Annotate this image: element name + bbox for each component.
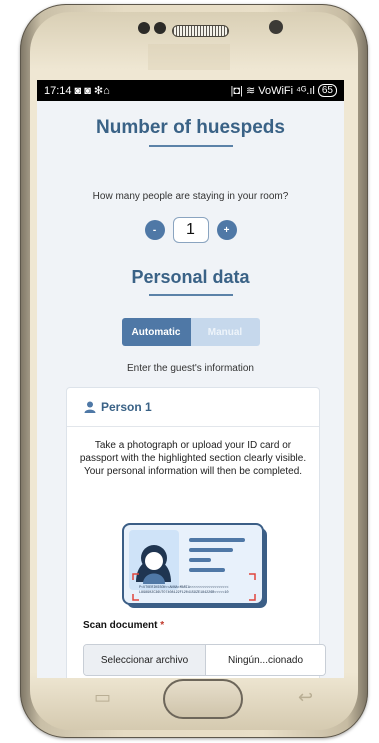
upload-instructions: Take a photograph or upload your ID card…	[79, 440, 307, 477]
manual-mode-button[interactable]: Manual	[190, 318, 260, 346]
status-bar: 17:14 ◙ ◙ ✻⌂ |◘| ≋ VoWiFi ⁴ᴳ.ıl 65	[37, 80, 344, 101]
phone-screen: 17:14 ◙ ◙ ✻⌂ |◘| ≋ VoWiFi ⁴ᴳ.ıl 65 Numbe…	[37, 80, 344, 678]
back-icon[interactable]: ↩	[298, 687, 313, 708]
title-underline	[148, 294, 233, 296]
earpiece-speaker	[172, 25, 229, 37]
notification-icons: ◙ ◙ ✻⌂	[74, 85, 110, 97]
automatic-mode-button[interactable]: Automatic	[121, 318, 191, 346]
person-icon	[84, 401, 96, 413]
increment-button[interactable]: +	[216, 220, 237, 240]
mrz-line-1: P<UTOERIKSSON<<ANNA<MARIA<<<<<<<<<<<<<<<…	[139, 585, 229, 590]
scan-document-label: Scan document *	[67, 620, 164, 631]
guest-count-question: How many people are staying in your room…	[92, 191, 289, 202]
guest-count-stepper: - 1 +	[37, 217, 344, 243]
front-sensor-icon	[154, 22, 166, 34]
selected-file-name: Ningún...cionado	[206, 645, 325, 675]
guest-info-instruction: Enter the guest's information	[127, 363, 254, 374]
entry-mode-toggle: Automatic Manual	[37, 318, 344, 346]
required-mark: *	[160, 620, 165, 631]
mrz-line-2: L898902C36UTO7408122F1204159ZE184226B<<<…	[139, 590, 229, 595]
battery-icon: 65	[317, 84, 337, 97]
person-card: Person 1 Take a photograph or upload you…	[66, 387, 326, 678]
choose-file-button[interactable]: Seleccionar archivo	[84, 645, 206, 675]
status-time: 17:14	[44, 84, 72, 97]
person-card-header: Person 1	[67, 388, 319, 427]
sensor-window	[148, 44, 230, 70]
front-camera-icon	[138, 22, 150, 34]
id-card-illustration: P<UTOERIKSSON<<ANNA<MARIA<<<<<<<<<<<<<<<…	[122, 523, 267, 608]
app-content[interactable]: Number of huespeds How many people are s…	[37, 101, 344, 678]
guest-count-value[interactable]: 1	[172, 217, 209, 243]
home-button[interactable]	[163, 679, 243, 719]
proximity-sensor-icon	[269, 20, 283, 34]
personal-data-title: Personal data	[131, 267, 250, 287]
recent-apps-icon[interactable]: ▭	[94, 687, 111, 708]
document-file-input[interactable]: Seleccionar archivo Ningún...cionado	[83, 644, 326, 676]
connectivity-icons: |◘| ≋ VoWiFi ⁴ᴳ.ıl	[230, 85, 315, 97]
person-card-title: Person 1	[101, 400, 152, 414]
huespeds-title: Number of huespeds	[96, 117, 285, 138]
scan-document-text: Scan document	[83, 620, 158, 631]
title-underline	[148, 145, 233, 147]
decrement-button[interactable]: -	[144, 220, 165, 240]
